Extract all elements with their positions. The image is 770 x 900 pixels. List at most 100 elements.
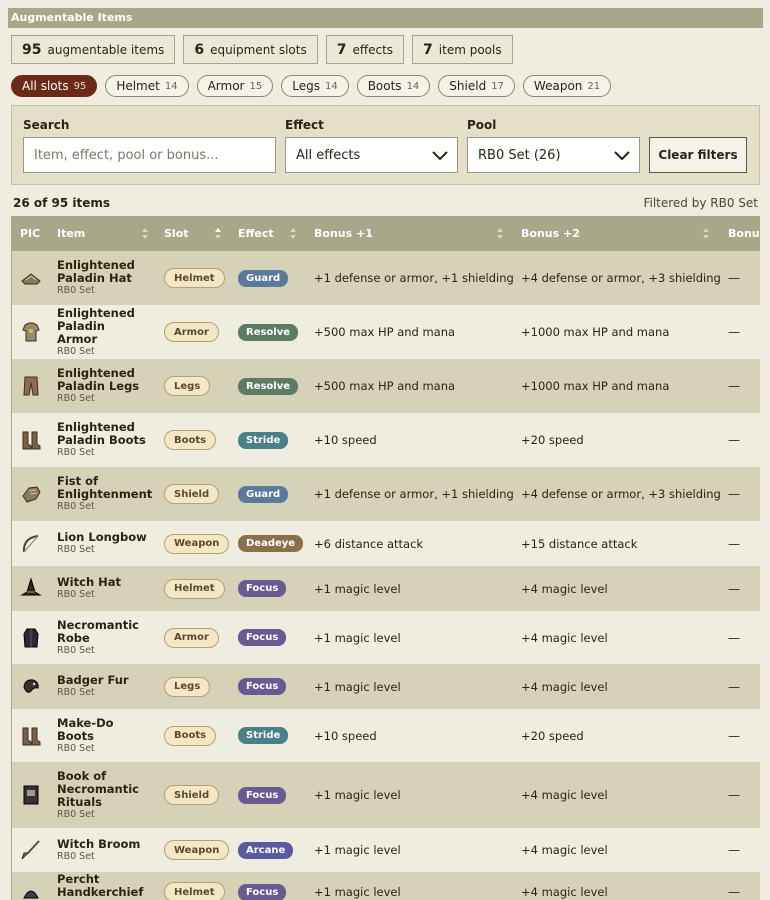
slot-filter-chips: All slots 95 Helmet 14 Armor 15 Legs 14 Boot… [11, 75, 612, 97]
bonus1-cell: +10 speed [314, 728, 377, 743]
effect-select-value: All effects [296, 147, 361, 163]
sort-icon [497, 228, 503, 239]
col-bonus1[interactable]: Bonus +1 [314, 216, 373, 251]
filter-summary: Filtered by RB0 Set [643, 196, 758, 210]
clear-filters-button[interactable]: Clear filters [649, 137, 747, 173]
effect-badge: Resolve [238, 323, 299, 341]
chevron-down-icon [432, 151, 448, 161]
item-pool: RB0 Set [57, 285, 95, 296]
sort-icon [290, 228, 296, 239]
item-pic [17, 467, 45, 521]
bow-icon [22, 534, 39, 552]
table-row[interactable]: Necromantic Robe RB0 Set Armor Focus +1 magi… [12, 611, 760, 664]
stat-number: 7 [336, 41, 347, 58]
item-name-cell: Book of Necromantic Rituals RB0 Set [57, 762, 149, 828]
item-pool: RB0 Set [57, 501, 95, 512]
table-row[interactable]: Witch Broom RB0 Set Weapon Arcane +1 magic l… [12, 828, 760, 872]
item-name-cell: Enlightened Paladin Boots RB0 Set [57, 413, 149, 467]
bonus2-cell: +4 magic level [521, 581, 608, 596]
bonus3-cell: — [728, 379, 740, 393]
item-pic [17, 611, 45, 664]
chip-weapon[interactable]: Weapon 21 [522, 75, 612, 97]
chip-armor[interactable]: Armor 15 [196, 75, 274, 97]
stat-pools: 7 item pools [412, 35, 513, 64]
item-name-cell: Enlightened Paladin Hat RB0 Set [57, 251, 149, 305]
col-bonus2[interactable]: Bonus +2 [521, 216, 580, 251]
effect-badge: Deadeye [238, 535, 304, 552]
table-row[interactable]: Lion Longbow RB0 Set Weapon Deadeye +6 dista… [12, 521, 760, 566]
slot-cell: Helmet [164, 872, 225, 900]
col-effect[interactable]: Effect [238, 216, 274, 251]
table-row[interactable]: Enlightened Paladin Armor RB0 Set Armor Res… [12, 305, 760, 359]
bonus1-cell: +1 magic level [314, 843, 401, 857]
slot-cell: Helmet [164, 566, 225, 611]
col-pic: PIC [20, 227, 41, 240]
fist-icon [22, 486, 41, 503]
effect-cell: Arcane [238, 828, 294, 872]
bonus1-cell: +1 defense or armor, +1 shielding [314, 271, 514, 285]
slot-badge: Legs [164, 676, 211, 697]
col-item[interactable]: Item [57, 216, 85, 251]
item-name: Enlightened Paladin Armor [57, 305, 135, 346]
chip-all-slots[interactable]: All slots 95 [11, 75, 98, 97]
table-row[interactable]: Fist of Enlightenment RB0 Set Shield Guard +… [12, 467, 760, 521]
table-row[interactable]: Percht HandkerchiefRB0 Set Helmet Focus +1 … [12, 872, 760, 900]
bonus1-cell: +1 magic level [314, 630, 401, 645]
effect-badge: Focus [238, 629, 287, 646]
slot-cell: Weapon [164, 828, 230, 872]
stat-number: 95 [22, 41, 42, 58]
item-pic [17, 413, 45, 467]
table-row[interactable]: Make-Do Boots RB0 Set Boots Stride +10 speed… [12, 709, 760, 762]
table-row[interactable]: Badger Fur RB0 Set Legs Focus +1 magic level… [12, 664, 760, 709]
chip-helmet[interactable]: Helmet 14 [105, 75, 189, 97]
table-row[interactable]: Enlightened Paladin Boots RB0 Set Boots Str… [12, 413, 760, 467]
item-name: Enlightened Paladin Hat [57, 258, 135, 285]
table-row[interactable]: Enlightened Paladin Hat RB0 Set Helmet Guar… [12, 251, 760, 305]
search-input[interactable]: Item, effect, pool or bonus... [23, 137, 276, 173]
col-slot[interactable]: Slot [164, 216, 189, 251]
slot-cell: Armor [164, 305, 219, 359]
table-row[interactable]: Witch Hat RB0 Set Helmet Focus +1 magic leve… [12, 566, 760, 611]
chip-count: 14 [324, 80, 338, 92]
slot-cell: Shield [164, 467, 220, 521]
stat-number: 6 [194, 41, 205, 58]
stat-label: effects [352, 42, 394, 57]
item-name-cell: Necromantic Robe RB0 Set [57, 611, 149, 664]
item-name: Make-Do Boots [57, 715, 114, 743]
col-bonus3[interactable]: Bonus [728, 216, 760, 251]
table-row[interactable]: Enlightened Paladin Legs RB0 Set Legs Resol… [12, 359, 760, 413]
item-name: Enlightened Paladin Boots [57, 420, 146, 447]
bonus1-cell: +500 max HP and mana [314, 325, 456, 339]
bonus3-cell: — [728, 433, 740, 447]
item-name: Necromantic Robe [57, 617, 139, 645]
effect-badge: Focus [238, 883, 287, 900]
item-name: Witch Hat [57, 575, 122, 589]
sort-icon [703, 228, 709, 239]
chip-legs[interactable]: Legs 14 [281, 75, 349, 97]
slot-cell: Boots [164, 709, 217, 762]
item-pool: RB0 Set [57, 544, 95, 555]
sort-icon [142, 228, 148, 239]
effect-badge: Focus [238, 580, 287, 597]
table-row[interactable]: Book of Necromantic Rituals RB0 Set Shield… [12, 762, 760, 828]
chip-boots[interactable]: Boots 14 [356, 75, 431, 97]
item-pool: RB0 Set [57, 687, 95, 698]
bonus2-cell: +4 defense or armor, +3 shielding [521, 487, 721, 501]
effect-select[interactable]: All effects [285, 137, 458, 173]
bonus3-cell: — [728, 630, 740, 645]
pool-select[interactable]: RB0 Set (26) [467, 137, 640, 173]
slot-cell: Weapon [164, 521, 230, 566]
effect-badge: Resolve [238, 377, 299, 395]
item-pic [17, 521, 45, 566]
item-pic [17, 305, 45, 359]
effect-cell: Deadeye [238, 521, 304, 566]
item-pic [17, 251, 45, 305]
item-name-cell: Badger Fur RB0 Set [57, 664, 149, 709]
chip-shield[interactable]: Shield 17 [438, 75, 515, 97]
bonus3-cell: — [728, 487, 740, 501]
bonus2-cell: +20 speed [521, 433, 584, 447]
item-name: Book of Necromantic Rituals [57, 768, 139, 809]
slot-badge: Armor [164, 627, 219, 648]
bonus2-cell: +15 distance attack [521, 536, 638, 551]
items-table: PIC Item Slot Effect Bonus +1 Bonus +2 B… [11, 216, 760, 900]
